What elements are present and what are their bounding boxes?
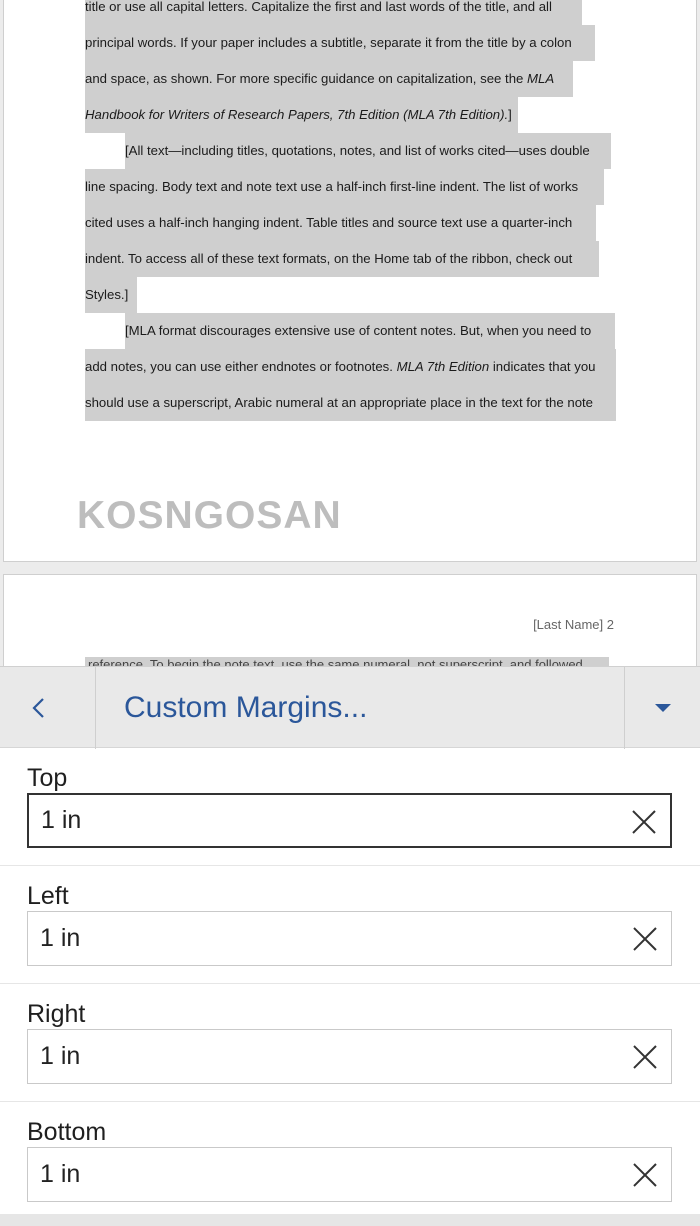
chevron-left-icon	[31, 698, 44, 718]
text-line-content: Handbook for Writers of Research Papers,…	[85, 107, 512, 122]
text-line-content: [All text—including titles, quotations, …	[125, 143, 590, 158]
text-line-partial: reference. To begin the note text, use t…	[85, 657, 609, 666]
margin-left-group: Left	[0, 866, 700, 984]
text-line: line spacing. Body text and note text us…	[85, 169, 604, 205]
watermark-text: KOSNGOSAN	[77, 494, 342, 537]
margin-bottom-input[interactable]	[40, 1148, 600, 1201]
text-line: cited uses a half-inch hanging indent. T…	[85, 205, 596, 241]
margin-right-field[interactable]	[27, 1029, 672, 1084]
text-line: Handbook for Writers of Research Papers,…	[85, 97, 518, 133]
margin-left-input[interactable]	[40, 912, 600, 965]
text-line-content: should use a superscript, Arabic numeral…	[85, 395, 594, 410]
text-line-content: title or use all capital letters. Capita…	[85, 0, 552, 14]
margin-right-label: Right	[27, 1000, 86, 1028]
text-line-content: line spacing. Body text and note text us…	[85, 179, 579, 194]
text-line-content: add notes, you can use either endnotes o…	[85, 359, 596, 374]
text-line: should use a superscript, Arabic numeral…	[85, 385, 616, 421]
bottom-strip	[0, 1214, 700, 1226]
margin-bottom-group: Bottom	[0, 1102, 700, 1220]
text-line: title or use all capital letters. Capita…	[85, 0, 582, 25]
text-line-content: indent. To access all of these text form…	[85, 251, 573, 266]
margin-top-group: Top	[0, 748, 700, 866]
close-icon[interactable]	[631, 925, 659, 953]
text-line-content: principal words. If your paper includes …	[85, 35, 572, 50]
margin-right-input[interactable]	[40, 1030, 600, 1083]
margin-left-field[interactable]	[27, 911, 672, 966]
custom-margins-panel: Custom Margins... Top Left	[0, 666, 700, 1226]
margin-left-label: Left	[27, 882, 69, 910]
margin-bottom-label: Bottom	[27, 1118, 107, 1146]
panel-title: Custom Margins...	[124, 691, 368, 724]
caret-down-icon	[654, 704, 671, 712]
text-line: principal words. If your paper includes …	[85, 25, 595, 61]
text-line: Styles.]	[85, 277, 137, 313]
text-line: and space, as shown. For more specific g…	[85, 61, 573, 97]
document-canvas[interactable]: title or use all capital letters. Capita…	[0, 0, 700, 666]
margin-bottom-field[interactable]	[27, 1147, 672, 1202]
document-page-2[interactable]: [Last Name] 2 reference. To begin the no…	[3, 574, 697, 666]
text-line: add notes, you can use either endnotes o…	[85, 349, 616, 385]
close-icon[interactable]	[631, 1043, 659, 1071]
text-line: [All text—including titles, quotations, …	[125, 133, 611, 169]
text-line-content: [MLA format discourages extensive use of…	[125, 323, 592, 338]
text-line: [MLA format discourages extensive use of…	[125, 313, 615, 349]
text-line-content: Styles.]	[85, 287, 129, 302]
dropdown-button[interactable]	[624, 667, 700, 749]
close-icon[interactable]	[630, 808, 658, 836]
close-icon[interactable]	[631, 1161, 659, 1189]
back-button[interactable]	[0, 667, 96, 749]
text-line-content: and space, as shown. For more specific g…	[85, 71, 555, 86]
panel-header: Custom Margins...	[0, 666, 700, 749]
running-header: [Last Name] 2	[533, 617, 614, 632]
text-line: indent. To access all of these text form…	[85, 241, 599, 277]
margin-top-input[interactable]	[41, 795, 601, 846]
margin-top-field[interactable]	[27, 793, 672, 848]
margin-top-label: Top	[27, 764, 68, 792]
text-line-content: cited uses a half-inch hanging indent. T…	[85, 215, 573, 230]
document-page-1[interactable]: title or use all capital letters. Capita…	[3, 0, 697, 562]
margin-right-group: Right	[0, 984, 700, 1102]
